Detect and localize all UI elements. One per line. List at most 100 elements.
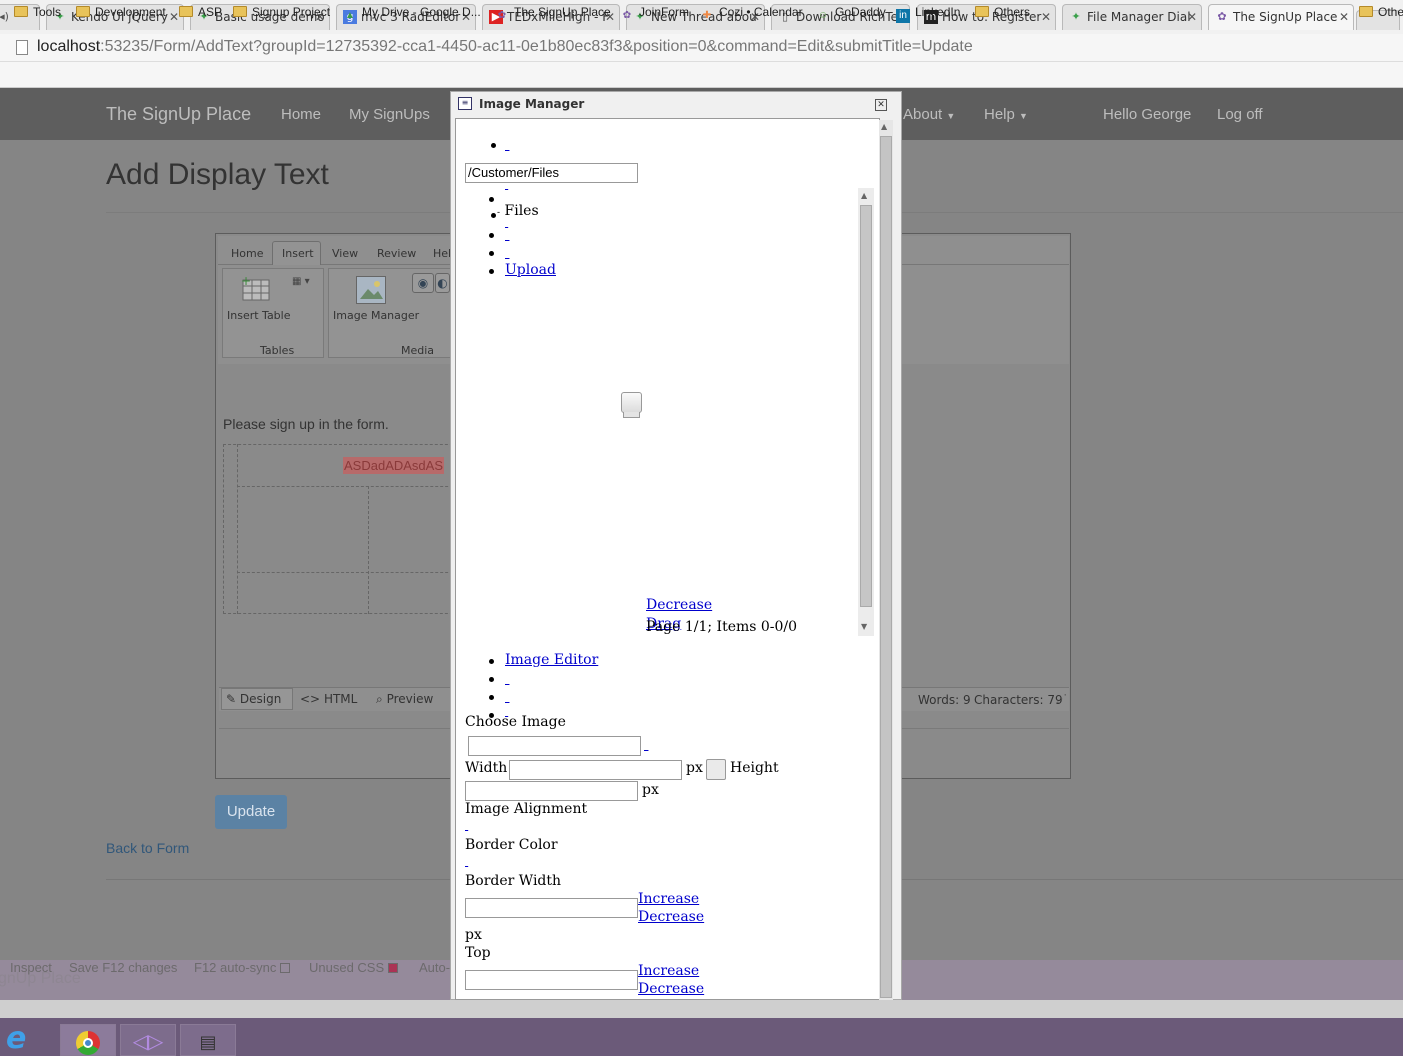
- inspect-button[interactable]: Inspect: [10, 960, 52, 975]
- back-to-form-link[interactable]: Back to Form: [106, 840, 189, 856]
- bullet: [491, 213, 496, 218]
- nav-about[interactable]: About ▼: [903, 106, 955, 123]
- files-folder-label[interactable]: ‑ Files: [497, 203, 539, 219]
- signup-icon: ✿: [622, 10, 632, 21]
- image-manager-label[interactable]: Image Manager: [333, 309, 419, 322]
- group-label-tables: Tables: [260, 344, 295, 357]
- border-width-increase[interactable]: Increase: [638, 891, 699, 907]
- table-gridline: [237, 444, 238, 614]
- nav-home[interactable]: Home: [281, 106, 321, 123]
- nav-help[interactable]: Help ▼: [984, 106, 1028, 123]
- chrome-taskbar-button[interactable]: [60, 1024, 116, 1056]
- insert-table-label[interactable]: Insert Table: [227, 309, 291, 322]
- media-icon[interactable]: ◉: [412, 273, 434, 293]
- toolbar-link[interactable]: [505, 180, 508, 191]
- resize-grip-icon[interactable]: ⋰: [1056, 692, 1067, 705]
- browse-link[interactable]: [644, 737, 648, 753]
- bookmark-item[interactable]: Signup Project: [233, 4, 330, 20]
- bookmark-item[interactable]: Others: [975, 4, 1030, 20]
- image-path-input[interactable]: [468, 736, 641, 756]
- image-editor-link[interactable]: Image Editor: [505, 652, 598, 668]
- mode-design[interactable]: ✎ Design: [226, 692, 281, 706]
- browser-tab[interactable]: ✦ File Manager Dial ✕: [1062, 4, 1202, 30]
- site-brand[interactable]: The SignUp Place: [106, 104, 251, 125]
- decrease-link[interactable]: Decrease: [646, 597, 712, 613]
- url-field[interactable]: localhost:53235/Form/AddText?groupId=127…: [37, 36, 973, 58]
- width-input[interactable]: [509, 760, 682, 780]
- bullet: [489, 233, 494, 238]
- cozi-icon: ✚: [702, 10, 712, 21]
- top-increase[interactable]: Increase: [638, 963, 699, 979]
- top-input[interactable]: [465, 970, 638, 990]
- scroll-down-icon[interactable]: ▼: [861, 622, 867, 631]
- table-dropdown-icon[interactable]: ▦ ▾: [292, 276, 320, 290]
- nav-help-label: Help: [984, 106, 1015, 123]
- app-taskbar-button[interactable]: ▤: [180, 1024, 236, 1056]
- update-button[interactable]: Update: [215, 795, 287, 829]
- close-tab-icon[interactable]: ✕: [1041, 5, 1051, 30]
- bookmark-item[interactable]: ✚ Cozi • Calendar: [700, 4, 803, 23]
- image-manager-icon[interactable]: [356, 276, 386, 304]
- scroll-up-icon[interactable]: ▲: [861, 191, 867, 200]
- nav-logoff[interactable]: Log off: [1217, 106, 1263, 123]
- bullet: [491, 143, 496, 148]
- close-tab-icon[interactable]: ✕: [169, 5, 179, 30]
- color-picker[interactable]: [465, 857, 468, 868]
- toolbar-link[interactable]: [505, 245, 509, 261]
- bookmark-item[interactable]: ASP: [179, 4, 222, 20]
- ribbon-tab-help[interactable]: Hel: [433, 247, 451, 260]
- bookmark-item[interactable]: in LinkedIn: [896, 4, 960, 23]
- f12-autosync-toggle[interactable]: F12 auto-sync: [194, 960, 290, 975]
- unused-css-toggle[interactable]: Unused CSS: [309, 960, 398, 975]
- height-label: Height: [730, 760, 779, 776]
- bookmark-item[interactable]: ✿ JoinForm: [620, 4, 689, 23]
- insert-table-icon[interactable]: +: [241, 274, 271, 302]
- image-alignment-label: Image Alignment: [465, 801, 588, 817]
- browser-tab-label: File Manager Dial: [1087, 10, 1191, 24]
- bookmark-item[interactable]: ☺ GoDaddy: [816, 4, 886, 23]
- ribbon-tab-home[interactable]: Home: [231, 247, 263, 260]
- bookmark-item[interactable]: Development: [76, 4, 166, 20]
- ribbon-tab-view[interactable]: View: [332, 247, 358, 260]
- bookmark-item[interactable]: ▲ My Drive - Google D...: [343, 4, 481, 23]
- caret-down-icon: ▼: [946, 111, 956, 121]
- height-input[interactable]: [465, 781, 638, 801]
- scroll-up-icon[interactable]: ▲: [881, 122, 887, 131]
- nav-greeting[interactable]: Hello George: [1103, 106, 1191, 123]
- alignment-picker[interactable]: [465, 821, 468, 832]
- visual-studio-taskbar-button[interactable]: ◁▷: [120, 1024, 176, 1056]
- mode-html[interactable]: <> HTML: [300, 692, 357, 706]
- close-icon[interactable]: ✕: [875, 99, 887, 111]
- close-tab-icon[interactable]: ✕: [1339, 5, 1349, 30]
- toolbar-link[interactable]: [505, 689, 509, 705]
- ie-icon[interactable]: e: [6, 1022, 46, 1056]
- save-f12-button[interactable]: Save F12 changes: [69, 960, 177, 975]
- upload-link[interactable]: Upload: [505, 262, 556, 278]
- page-title: Add Display Text: [106, 158, 329, 191]
- border-width-decrease[interactable]: Decrease: [638, 909, 704, 925]
- close-tab-icon[interactable]: ✕: [1187, 5, 1197, 30]
- file-list-scrollbar-thumb[interactable]: [860, 205, 872, 607]
- folder-icon: [76, 6, 90, 17]
- toolbar-link[interactable]: [505, 671, 509, 687]
- toolbar-link[interactable]: [505, 137, 509, 153]
- border-width-input[interactable]: [465, 898, 638, 918]
- kendo-icon: ✦: [1071, 10, 1081, 23]
- toolbar-link[interactable]: [505, 227, 509, 243]
- nav-my-signups[interactable]: My SignUps: [349, 106, 430, 123]
- dialog-scrollbar-thumb[interactable]: [880, 136, 892, 998]
- flash-icon[interactable]: ◐: [435, 273, 450, 293]
- ribbon-tab-insert[interactable]: Insert: [282, 247, 314, 260]
- top-decrease[interactable]: Decrease: [638, 981, 704, 997]
- slider-track: [623, 412, 640, 418]
- path-input[interactable]: /Customer/Files: [465, 163, 638, 183]
- constrain-proportions-toggle[interactable]: [706, 759, 726, 780]
- ribbon-tab-review[interactable]: Review: [377, 247, 416, 260]
- browser-tab[interactable]: ✿ The SignUp Place ✕: [1208, 4, 1354, 30]
- bookmark-item[interactable]: Tools: [14, 4, 61, 20]
- bookmark-item[interactable]: Othe: [1359, 4, 1403, 20]
- bookmark-item[interactable]: ✿ The SignUp Place: [495, 4, 611, 23]
- slider-handle[interactable]: [621, 392, 642, 413]
- dialog-content: [455, 118, 880, 1000]
- mode-preview[interactable]: ⌕ Preview: [376, 692, 433, 707]
